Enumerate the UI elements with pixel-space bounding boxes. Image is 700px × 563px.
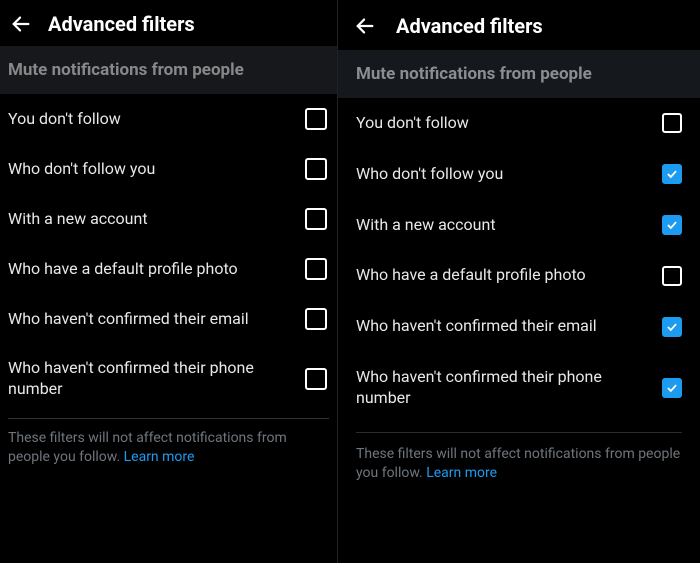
footer-text: These filters will not affect notificati…	[356, 446, 680, 482]
filter-label: Who have a default profile photo	[8, 259, 295, 280]
filter-label: You don't follow	[8, 109, 295, 130]
filter-checkbox[interactable]	[305, 368, 327, 390]
learn-more-link[interactable]: Learn more	[124, 449, 195, 465]
filter-list: You don't follow Who don't follow you With…	[0, 94, 337, 414]
filter-checkbox[interactable]	[662, 266, 682, 286]
filter-item[interactable]: Who don't follow you	[338, 149, 700, 200]
filter-label: Who haven't confirmed their phone number	[8, 358, 295, 400]
filter-label: With a new account	[8, 209, 295, 230]
panel-left: Advanced filters Mute notifications from…	[0, 0, 338, 563]
filter-item[interactable]: Who haven't confirmed their email	[0, 294, 337, 344]
filter-checkbox[interactable]	[662, 164, 682, 184]
filter-label: Who have a default profile photo	[356, 265, 652, 286]
page-title: Advanced filters	[48, 12, 195, 36]
section-header: Mute notifications from people	[338, 50, 700, 98]
filter-label: Who haven't confirmed their email	[8, 309, 295, 330]
header: Advanced filters	[0, 0, 337, 46]
back-arrow-icon[interactable]	[10, 13, 32, 35]
filter-item[interactable]: You don't follow	[0, 94, 337, 144]
filter-item[interactable]: With a new account	[0, 194, 337, 244]
comparison-container: Advanced filters Mute notifications from…	[0, 0, 700, 563]
filter-checkbox[interactable]	[305, 158, 327, 180]
filter-item[interactable]: Who have a default profile photo	[338, 250, 700, 301]
filter-label: You don't follow	[356, 113, 652, 134]
filter-item[interactable]: With a new account	[338, 200, 700, 251]
back-arrow-icon[interactable]	[354, 15, 376, 37]
filter-item[interactable]: Who haven't confirmed their email	[338, 301, 700, 352]
filter-item[interactable]: Who have a default profile photo	[0, 244, 337, 294]
filter-item[interactable]: Who haven't confirmed their phone number	[0, 344, 337, 414]
filter-checkbox[interactable]	[305, 108, 327, 130]
filter-checkbox[interactable]	[662, 378, 682, 398]
filter-item[interactable]: Who don't follow you	[0, 144, 337, 194]
filter-label: Who don't follow you	[8, 159, 295, 180]
filter-item[interactable]: Who haven't confirmed their phone number	[338, 352, 700, 424]
filter-checkbox[interactable]	[662, 113, 682, 133]
filter-label: Who don't follow you	[356, 164, 652, 185]
filter-checkbox[interactable]	[662, 317, 682, 337]
filter-label: Who haven't confirmed their email	[356, 316, 652, 337]
header: Advanced filters	[338, 0, 700, 50]
filter-label: Who haven't confirmed their phone number	[356, 367, 652, 409]
filter-checkbox[interactable]	[305, 208, 327, 230]
filter-checkbox[interactable]	[305, 258, 327, 280]
learn-more-link[interactable]: Learn more	[426, 465, 497, 481]
filter-checkbox[interactable]	[662, 215, 682, 235]
section-header: Mute notifications from people	[0, 46, 337, 94]
footer-note: These filters will not affect notificati…	[338, 433, 700, 496]
filter-item[interactable]: You don't follow	[338, 98, 700, 149]
panel-right: Advanced filters Mute notifications from…	[338, 0, 700, 563]
filter-list: You don't follow Who don't follow you With…	[338, 98, 700, 424]
filter-label: With a new account	[356, 215, 652, 236]
page-title: Advanced filters	[396, 14, 543, 38]
footer-note: These filters will not affect notificati…	[0, 419, 337, 478]
filter-checkbox[interactable]	[305, 308, 327, 330]
